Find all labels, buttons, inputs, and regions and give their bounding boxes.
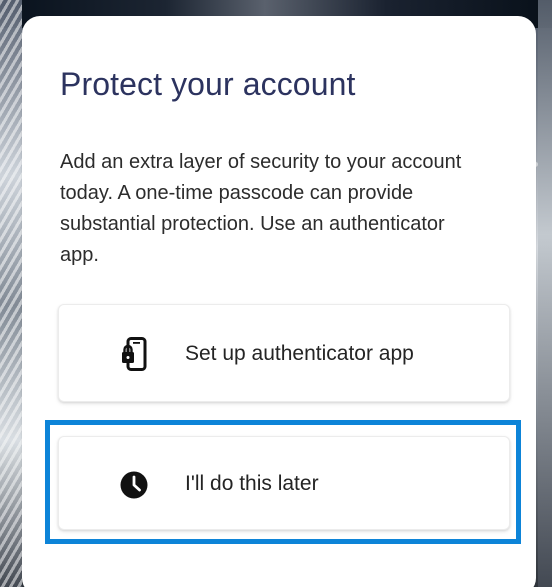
dialog-description: Add an extra layer of security to your a…: [60, 151, 462, 266]
background-image-left: [0, 0, 22, 587]
background-image-right: [538, 0, 552, 587]
setup-authenticator-app-button[interactable]: Set up authenticator app: [58, 304, 510, 402]
do-this-later-label: I'll do this later: [185, 472, 319, 495]
protect-account-dialog: Protect your account Add an extra layer …: [22, 16, 536, 587]
dialog-title: Protect your account: [60, 66, 356, 102]
phone-lock-icon: [119, 337, 149, 371]
do-this-later-button[interactable]: I'll do this later: [58, 436, 510, 530]
setup-authenticator-app-label: Set up authenticator app: [185, 342, 414, 365]
clock-icon: [119, 468, 149, 502]
